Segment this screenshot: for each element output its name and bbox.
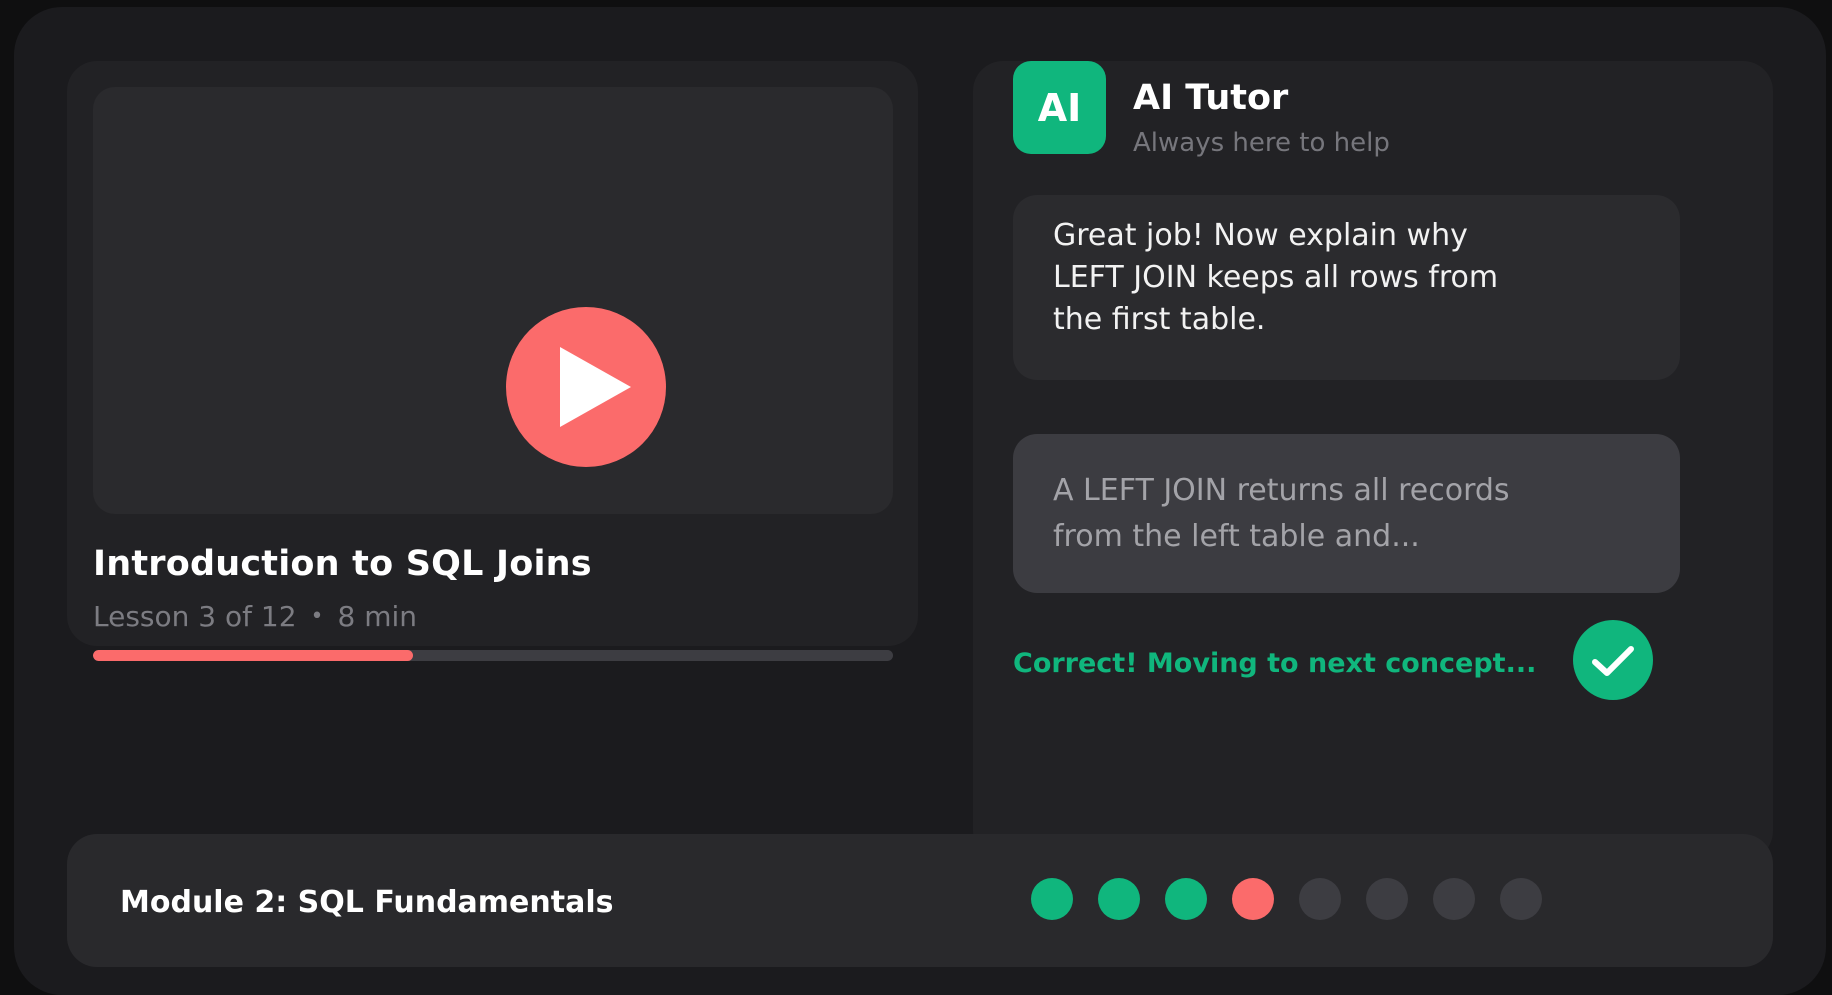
- play-icon: [560, 347, 631, 427]
- step-dot-pending[interactable]: [1366, 878, 1408, 920]
- lesson-position: Lesson 3 of 12: [93, 600, 297, 633]
- answer-text: A LEFT JOIN returns all records from the…: [1053, 473, 1510, 554]
- video-player[interactable]: [93, 87, 893, 514]
- check-icon: [1592, 646, 1634, 676]
- step-dot-complete[interactable]: [1031, 878, 1073, 920]
- module-title: Module 2: SQL Fundamentals: [120, 885, 614, 920]
- step-dot-complete[interactable]: [1098, 878, 1140, 920]
- step-dot-complete[interactable]: [1165, 878, 1207, 920]
- lesson-title: Introduction to SQL Joins: [93, 544, 592, 584]
- tutor-avatar: AI: [1013, 61, 1106, 154]
- lesson-progress-fill: [93, 650, 413, 661]
- feedback-status: Correct! Moving to next concept...: [1013, 648, 1537, 679]
- tutor-name: AI Tutor: [1133, 78, 1289, 118]
- step-dot-pending[interactable]: [1500, 878, 1542, 920]
- play-button[interactable]: [506, 307, 666, 467]
- success-badge: [1573, 620, 1653, 700]
- step-dot-pending[interactable]: [1299, 878, 1341, 920]
- step-dot-pending[interactable]: [1433, 878, 1475, 920]
- tutor-message-text: Great job! Now explain why LEFT JOIN kee…: [1053, 218, 1499, 337]
- answer-input[interactable]: A LEFT JOIN returns all records from the…: [1013, 434, 1680, 593]
- lesson-duration: 8 min: [337, 600, 418, 633]
- tutor-subtitle: Always here to help: [1133, 128, 1390, 158]
- lesson-meta: Lesson 3 of 12 • 8 min: [93, 600, 417, 633]
- module-step-indicator: [1031, 878, 1542, 920]
- meta-separator: •: [310, 604, 324, 629]
- step-dot-current[interactable]: [1232, 878, 1274, 920]
- lesson-progress-bar: [93, 650, 893, 661]
- tutor-message-bubble: Great job! Now explain why LEFT JOIN kee…: [1013, 195, 1680, 380]
